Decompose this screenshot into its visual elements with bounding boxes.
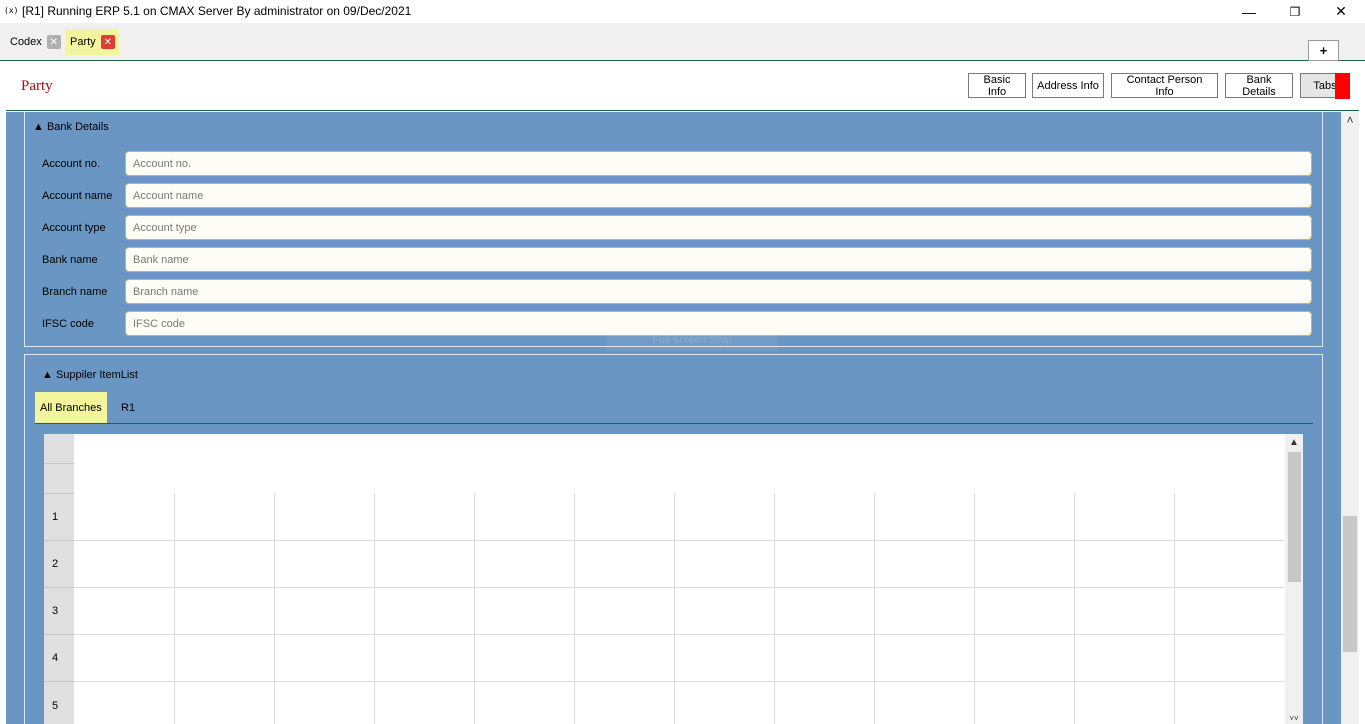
address-info-button[interactable]: Address Info bbox=[1032, 73, 1104, 98]
row-header-blank bbox=[44, 464, 74, 494]
bank-details-title[interactable]: ▲ Bank Details bbox=[33, 121, 109, 133]
account-name-input[interactable] bbox=[125, 183, 1312, 208]
basic-info-button[interactable]: Basic Info bbox=[968, 73, 1026, 98]
bank-details-button[interactable]: Bank Details bbox=[1225, 73, 1293, 98]
branch-tab-all-branches[interactable]: All Branches bbox=[35, 392, 107, 423]
row-header-blank bbox=[44, 434, 74, 464]
grid-column-line bbox=[974, 493, 975, 724]
grid-column-line bbox=[274, 493, 275, 724]
branch-tab-r1[interactable]: R1 bbox=[116, 392, 140, 423]
restore-icon: ❐ bbox=[1289, 4, 1301, 19]
add-tab-button[interactable]: + bbox=[1308, 40, 1339, 61]
page-scroll-up-arrow-icon[interactable]: ˄ bbox=[1341, 112, 1359, 128]
grid-column-line bbox=[174, 493, 175, 724]
scroll-up-arrow-icon[interactable]: ▲ bbox=[1285, 434, 1303, 450]
grid-row-line bbox=[74, 681, 1285, 682]
form-content: ▲ Bank Details Account no. Account name … bbox=[6, 112, 1341, 724]
branch-name-label: Branch name bbox=[42, 286, 108, 298]
minimize-icon: — bbox=[1242, 3, 1256, 20]
grid-column-line bbox=[1074, 493, 1075, 724]
supplier-item-grid: 1 2 3 4 5 ▲ ˅˅ bbox=[44, 434, 1303, 724]
close-window-button[interactable]: ✕ bbox=[1318, 0, 1364, 23]
branch-name-input[interactable] bbox=[125, 279, 1312, 304]
grid-column-line bbox=[774, 493, 775, 724]
bank-name-label: Bank name bbox=[42, 254, 98, 266]
account-type-label: Account type bbox=[42, 222, 106, 234]
grid-column-line bbox=[574, 493, 575, 724]
tab-close-icon[interactable]: ✕ bbox=[46, 35, 61, 49]
grid-column-line bbox=[674, 493, 675, 724]
window-titlebar: (x) [R1] Running ERP 5.1 on CMAX Server … bbox=[0, 0, 1365, 23]
grid-vertical-scrollbar[interactable]: ▲ ˅˅ bbox=[1285, 434, 1303, 724]
maximize-button[interactable]: ❐ bbox=[1272, 0, 1318, 23]
minimize-button[interactable]: — bbox=[1226, 0, 1272, 23]
grid-row-line bbox=[74, 634, 1285, 635]
tab-codex[interactable]: Codex ✕ bbox=[6, 29, 65, 55]
grid-row-line bbox=[74, 587, 1285, 588]
grid-column-line bbox=[1174, 493, 1175, 724]
tab-party-label: Party bbox=[70, 36, 96, 48]
account-no-label: Account no. bbox=[42, 158, 101, 170]
tab-party[interactable]: Party ✕ bbox=[66, 29, 119, 55]
page-title: Party bbox=[21, 78, 53, 94]
account-no-input[interactable] bbox=[125, 151, 1312, 176]
app-icon: (x) bbox=[4, 6, 19, 15]
row-number[interactable]: 1 bbox=[44, 494, 74, 541]
row-number[interactable]: 2 bbox=[44, 541, 74, 588]
snip-overlay-hint: Full-screen Snip bbox=[606, 329, 778, 351]
tab-codex-label: Codex bbox=[10, 36, 42, 48]
ifsc-code-label: IFSC code bbox=[42, 318, 94, 330]
page-scrollbar-thumb[interactable] bbox=[1343, 516, 1357, 652]
document-tab-strip: Codex ✕ Party ✕ + bbox=[0, 23, 1365, 61]
page-header: Party Basic Info Address Info Contact Pe… bbox=[6, 61, 1359, 111]
close-icon: ✕ bbox=[1335, 3, 1347, 19]
contact-person-info-button[interactable]: Contact Person Info bbox=[1111, 73, 1218, 98]
account-type-input[interactable] bbox=[125, 215, 1312, 240]
scroll-down-arrow-icon[interactable]: ˅˅ bbox=[1285, 710, 1303, 724]
grid-column-line bbox=[874, 493, 875, 724]
tab-close-icon[interactable]: ✕ bbox=[100, 35, 115, 49]
row-number[interactable]: 5 bbox=[44, 682, 74, 724]
grid-row-line bbox=[74, 540, 1285, 541]
red-marker bbox=[1335, 73, 1350, 99]
grid-column-line bbox=[374, 493, 375, 724]
row-number[interactable]: 3 bbox=[44, 588, 74, 635]
account-name-label: Account name bbox=[42, 190, 113, 202]
window-title: [R1] Running ERP 5.1 on CMAX Server By a… bbox=[22, 4, 412, 18]
branch-tabs-divider bbox=[35, 423, 1313, 424]
grid-column-line bbox=[474, 493, 475, 724]
row-header-column: 1 2 3 4 5 bbox=[44, 434, 74, 724]
row-number[interactable]: 4 bbox=[44, 635, 74, 682]
page-vertical-scrollbar[interactable]: ˄ bbox=[1341, 112, 1359, 724]
grid-scrollbar-thumb[interactable] bbox=[1288, 452, 1301, 582]
supplier-itemlist-title[interactable]: ▲ Suppiler ItemList bbox=[42, 369, 138, 381]
bank-name-input[interactable] bbox=[125, 247, 1312, 272]
